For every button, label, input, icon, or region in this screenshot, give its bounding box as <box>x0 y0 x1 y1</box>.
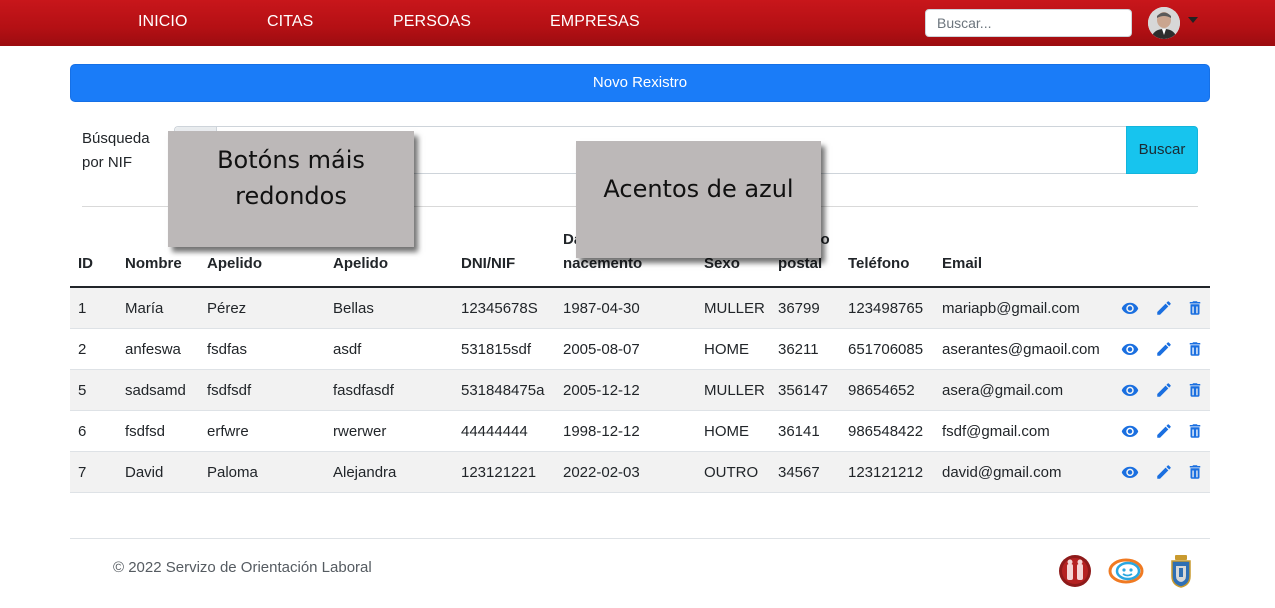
cell-dni-nif: 531815sdf <box>461 341 532 358</box>
navbar-search-input[interactable] <box>925 9 1132 37</box>
footer-divider <box>70 538 1210 539</box>
pencil-icon[interactable] <box>1155 422 1173 440</box>
table-body: 1 María Pérez Bellas 12345678S 1987-04-30 MULL… <box>70 288 1210 493</box>
header-nombre: Nombre <box>125 255 182 272</box>
cell-segundo-apelido: fasdfasdf <box>333 382 394 399</box>
footer-copyright: © 2022 Servizo de Orientación Laboral <box>113 559 372 576</box>
cell-codigo-postal: 36141 <box>778 423 820 440</box>
cell-codigo-postal: 36211 <box>778 341 819 358</box>
cell-sexo: MULLER <box>704 300 765 317</box>
top-navbar: INICIO CITAS PERSOAS EMPRESAS <box>0 0 1275 46</box>
cell-id: 2 <box>78 341 87 358</box>
cell-sexo: HOME <box>704 423 749 440</box>
pencil-icon[interactable] <box>1155 340 1173 358</box>
user-menu-chevron-down-icon[interactable] <box>1188 17 1198 23</box>
eye-icon[interactable] <box>1121 340 1139 358</box>
nav-link-inicio[interactable]: INICIO <box>138 13 188 31</box>
cell-dni-nif: 12345678S <box>461 300 538 317</box>
annotation-note-rounded-buttons: Botóns máis redondos <box>168 131 414 247</box>
cell-sexo: OUTRO <box>704 464 759 481</box>
cell-data-nacemento: 1998-12-12 <box>563 423 640 440</box>
nav-link-citas[interactable]: CITAS <box>267 13 313 31</box>
user-avatar[interactable] <box>1148 7 1180 39</box>
trash-icon[interactable] <box>1186 422 1204 440</box>
cell-primeiro-apelido: Paloma <box>207 464 258 481</box>
cell-nombre: María <box>125 300 164 317</box>
cell-segundo-apelido: rwerwer <box>333 423 387 440</box>
cell-dni-nif: 44444444 <box>461 423 528 440</box>
nav-link-empresas[interactable]: EMPRESAS <box>550 13 640 31</box>
header-telefono: Teléfono <box>848 255 910 272</box>
cell-primeiro-apelido: fsdfsdf <box>207 382 252 399</box>
cell-email: aserantes@gmaoil.com <box>942 341 1100 358</box>
nif-search-button[interactable]: Buscar <box>1126 126 1198 174</box>
cell-nombre: sadsamd <box>125 382 186 399</box>
partner-logo-red <box>1058 554 1092 588</box>
cell-id: 5 <box>78 382 87 399</box>
cell-segundo-apelido: Alejandra <box>333 464 397 481</box>
pencil-icon[interactable] <box>1155 299 1173 317</box>
trash-icon[interactable] <box>1186 340 1204 358</box>
cell-primeiro-apelido: erfwre <box>207 423 249 440</box>
cell-segundo-apelido: Bellas <box>333 300 374 317</box>
cell-telefono: 986548422 <box>848 423 924 440</box>
cell-id: 6 <box>78 423 87 440</box>
table-row: 1 María Pérez Bellas 12345678S 1987-04-30 MULL… <box>70 288 1210 329</box>
trash-icon[interactable] <box>1186 299 1204 317</box>
new-record-button[interactable]: Novo Rexistro <box>70 64 1210 102</box>
chat-faces-logo <box>1108 554 1144 588</box>
cell-telefono: 651706085 <box>848 341 924 358</box>
annotation-note-blue-accents: Acentos de azul <box>576 141 821 258</box>
cell-dni-nif: 531848475a <box>461 382 545 399</box>
cell-codigo-postal: 34567 <box>778 464 820 481</box>
nif-search-label: Búsqueda por NIF <box>82 130 150 171</box>
cell-id: 7 <box>78 464 87 481</box>
cell-dni-nif: 123121221 <box>461 464 537 481</box>
cell-sexo: MULLER <box>704 382 765 399</box>
cell-sexo: HOME <box>704 341 749 358</box>
header-email: Email <box>942 255 983 272</box>
cell-telefono: 98654652 <box>848 382 915 399</box>
cell-primeiro-apelido: Pérez <box>207 300 247 317</box>
cell-email: asera@gmail.com <box>942 382 1064 399</box>
cell-segundo-apelido: asdf <box>333 341 362 358</box>
cell-codigo-postal: 356147 <box>778 382 829 399</box>
header-dni-nif: DNI/NIF <box>461 255 516 272</box>
cell-nombre: fsdfsd <box>125 423 166 440</box>
pencil-icon[interactable] <box>1155 381 1173 399</box>
eye-icon[interactable] <box>1121 381 1139 399</box>
coat-of-arms-logo <box>1168 554 1202 588</box>
cell-data-nacemento: 2005-12-12 <box>563 382 640 399</box>
cell-data-nacemento: 1987-04-30 <box>563 300 640 317</box>
cell-email: mariapb@gmail.com <box>942 300 1080 317</box>
eye-icon[interactable] <box>1121 299 1139 317</box>
cell-nombre: David <box>125 464 164 481</box>
cell-primeiro-apelido: fsdfas <box>207 341 248 358</box>
table-row: 7 David Paloma Alejandra 123121221 2022-02-03… <box>70 452 1210 493</box>
cell-email: fsdf@gmail.com <box>942 423 1050 440</box>
cell-email: david@gmail.com <box>942 464 1062 481</box>
header-id: ID <box>78 255 93 272</box>
table-row: 2 anfeswa fsdfas asdf 531815sdf 2005-08-07 HOM… <box>70 329 1210 370</box>
trash-icon[interactable] <box>1186 463 1204 481</box>
pencil-icon[interactable] <box>1155 463 1173 481</box>
table-row: 5 sadsamd fsdfsdf fasdfasdf 531848475a 2005-1… <box>70 370 1210 411</box>
cell-codigo-postal: 36799 <box>778 300 820 317</box>
cell-id: 1 <box>78 300 87 317</box>
eye-icon[interactable] <box>1121 422 1139 440</box>
cell-telefono: 123121212 <box>848 464 924 481</box>
table-row: 6 fsdfsd erfwre rwerwer 44444444 1998-12-12 HO… <box>70 411 1210 452</box>
records-table: ID Nombre Primeiro Apelido Segundo Apeli… <box>70 231 1210 493</box>
cell-data-nacemento: 2022-02-03 <box>563 464 640 481</box>
trash-icon[interactable] <box>1186 381 1204 399</box>
user-photo-icon <box>1148 7 1180 39</box>
cell-telefono: 123498765 <box>848 300 924 317</box>
cell-data-nacemento: 2005-08-07 <box>563 341 640 358</box>
nav-link-persoas[interactable]: PERSOAS <box>393 13 471 31</box>
eye-icon[interactable] <box>1121 463 1139 481</box>
cell-nombre: anfeswa <box>125 341 181 358</box>
